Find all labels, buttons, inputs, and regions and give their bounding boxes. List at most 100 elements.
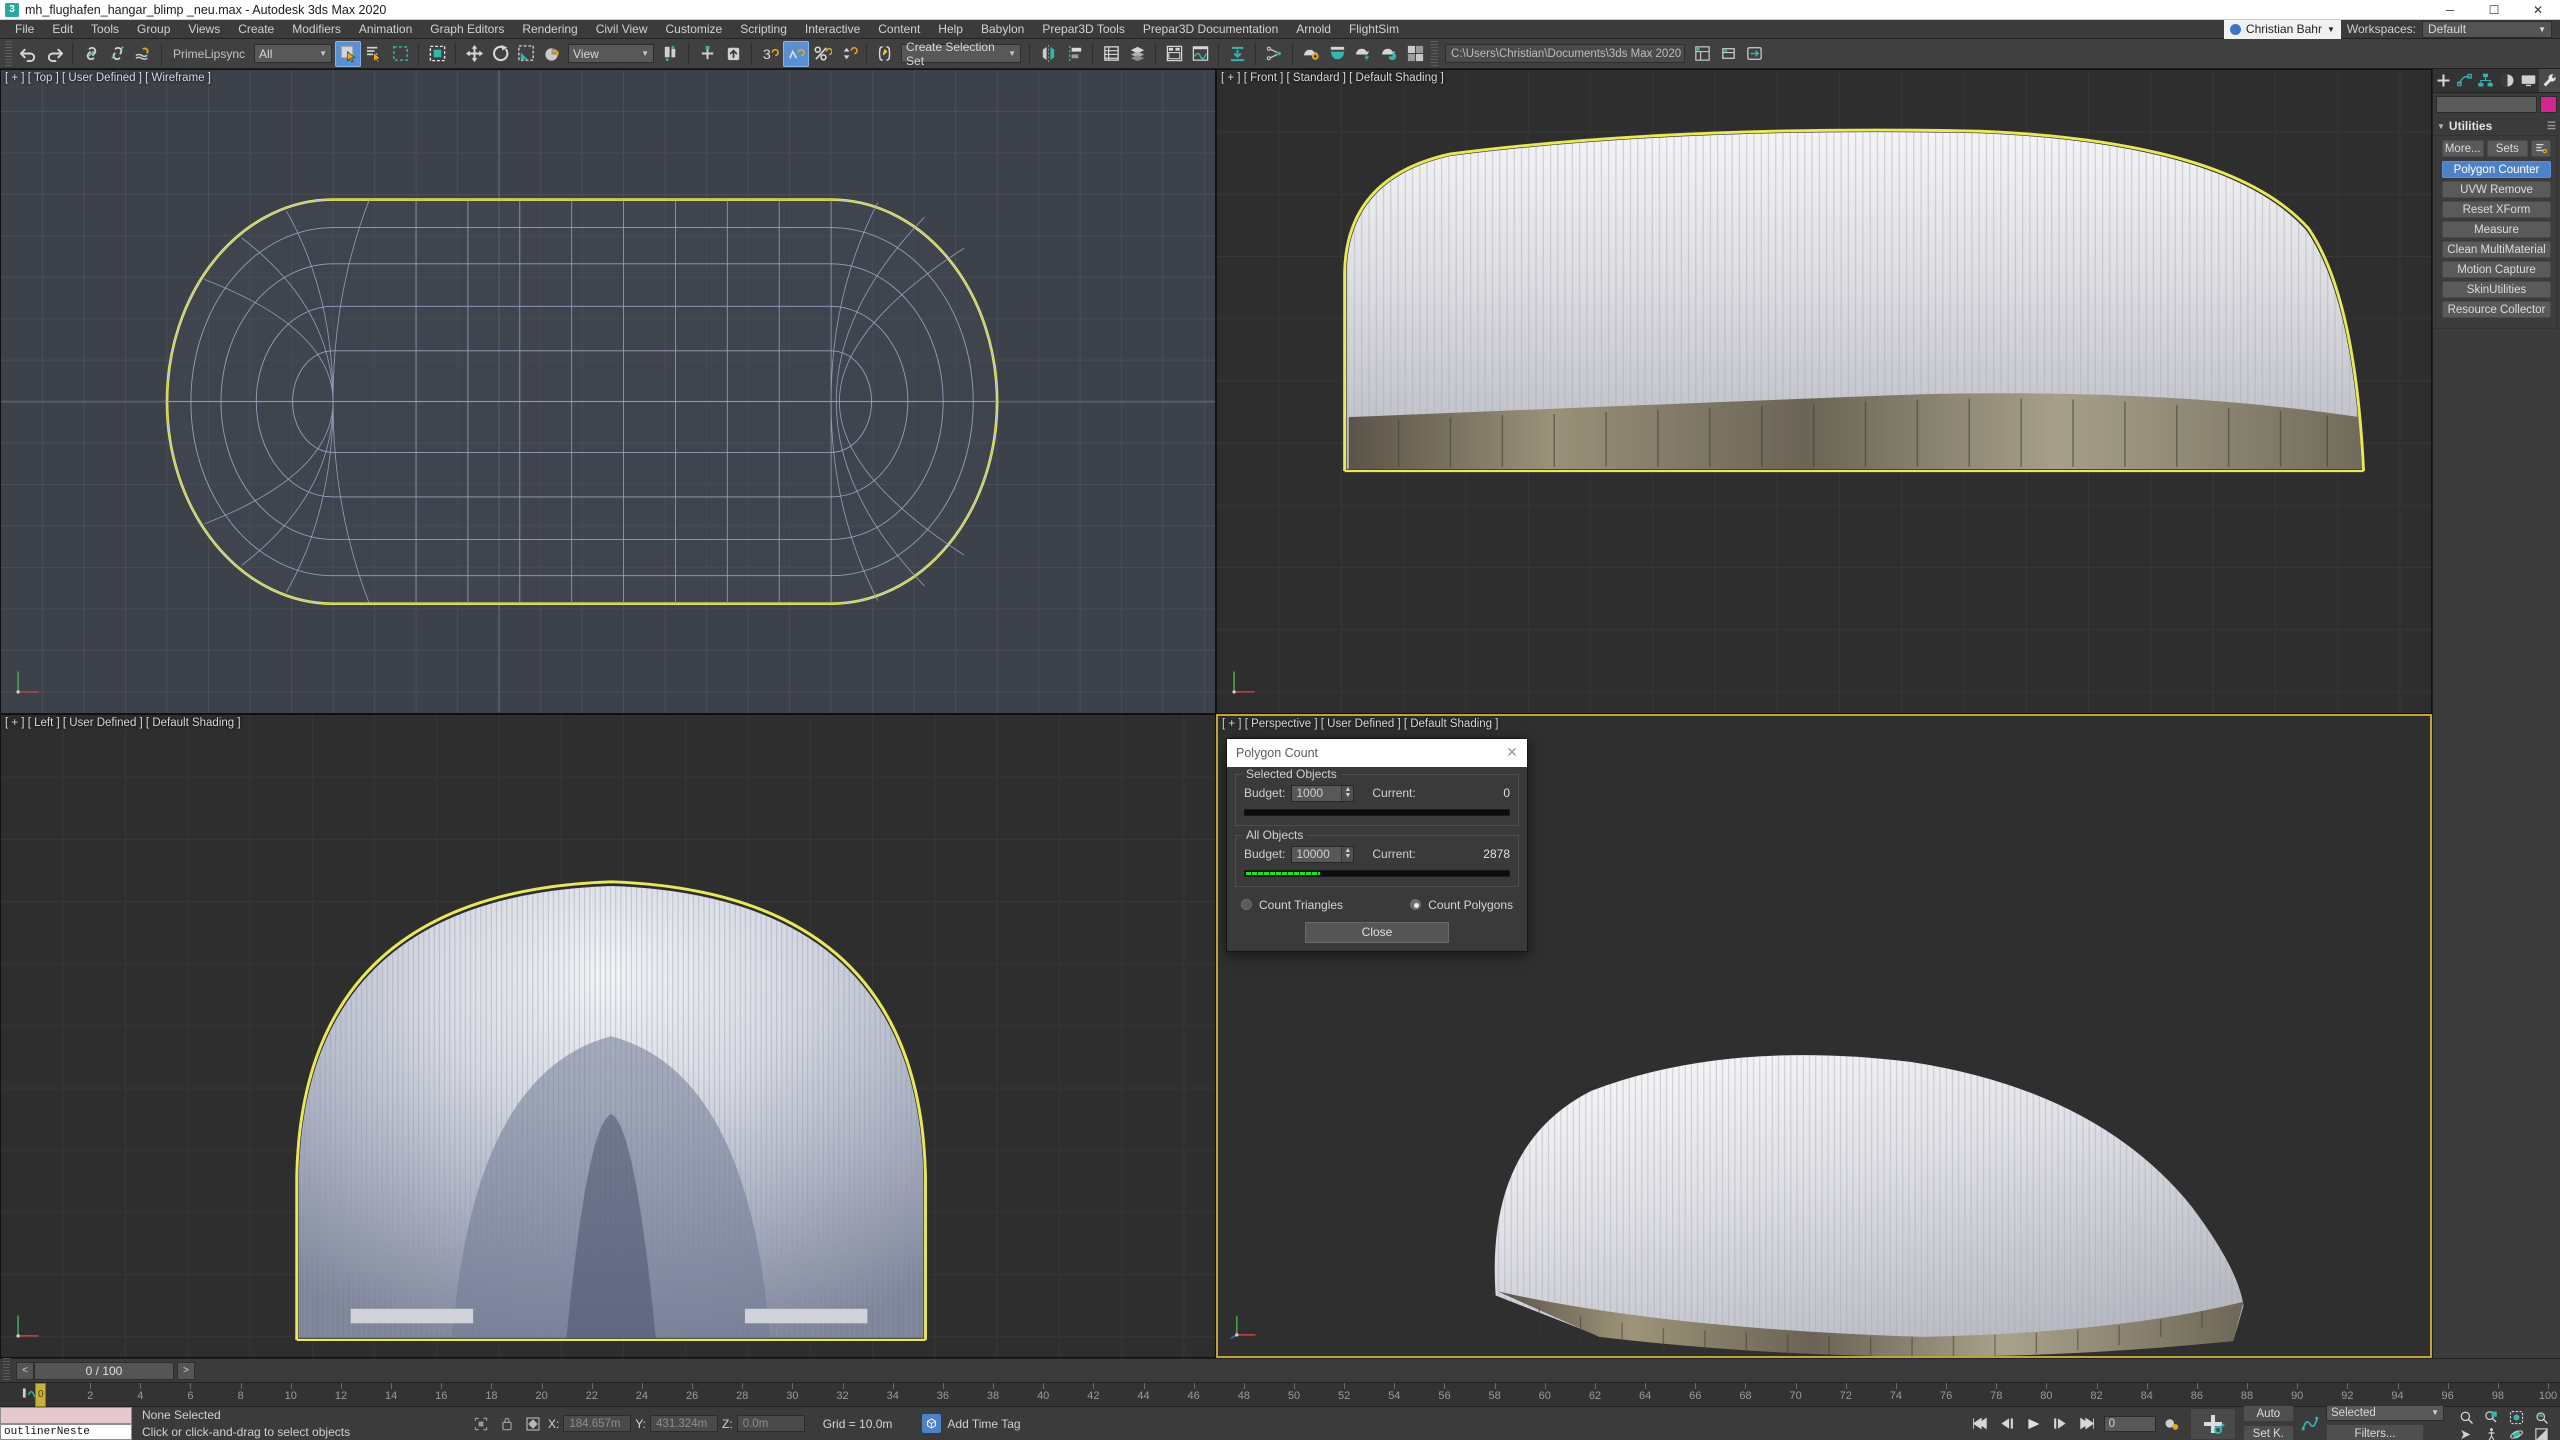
track-bar[interactable]: 2 4 6 8 10 12 14 16 18 20 22 24 26 28 30 32 34 36 38 40 42 44… [0,1382,2560,1407]
menu-animation[interactable]: Animation [350,20,421,39]
select-region-icon[interactable] [387,41,413,67]
menu-edit[interactable]: Edit [43,20,82,39]
utility-button-polygon-counter[interactable]: Polygon Counter [2442,161,2551,178]
polygon-count-dialog[interactable]: Polygon Count ✕ Selected Objects Budget:… [1226,737,1528,952]
polygon-count-title-bar[interactable]: Polygon Count ✕ [1227,738,1527,767]
walkthrough-icon[interactable] [2480,1424,2502,1440]
display-tab[interactable] [2518,69,2539,92]
snaps-toggle-icon[interactable] [720,41,746,67]
menu-tools[interactable]: Tools [82,20,128,39]
previous-frame-icon[interactable] [1996,1414,2018,1434]
parameter-curve-icon[interactable] [2299,1414,2321,1434]
menu-arnold[interactable]: Arnold [1287,20,1340,39]
selection-filter-combo[interactable]: All ▼ [254,44,333,63]
select-and-move-icon[interactable] [461,41,487,67]
mirror-icon[interactable] [1035,41,1061,67]
rendered-frame-window-icon[interactable] [1324,41,1350,67]
maximize-viewport-icon[interactable] [2530,1424,2552,1440]
menu-file[interactable]: File [6,20,43,39]
modify-tab[interactable] [2454,69,2475,92]
close-button[interactable]: ✕ [2516,0,2560,20]
select-and-rotate-icon[interactable] [487,41,513,67]
undo-icon[interactable] [15,41,41,67]
user-account-menu[interactable]: Christian Bahr ▼ [2223,19,2341,39]
menu-prepar3d-documentation[interactable]: Prepar3D Documentation [1134,20,1287,39]
spinner-snap-toggle-icon[interactable] [809,41,835,67]
add-time-tag-control[interactable]: Add Time Tag [922,1414,1021,1433]
maxscript-listener[interactable]: outlinerNeste [0,1407,132,1440]
toolbar-grip[interactable] [5,40,12,67]
time-playhead[interactable]: 0 [35,1383,46,1407]
unlink-selection-icon[interactable] [104,41,130,67]
play-animation-icon[interactable] [2023,1414,2045,1434]
align-icon[interactable] [1061,41,1087,67]
scene-explorer-icon[interactable] [1124,41,1150,67]
menu-content[interactable]: Content [869,20,929,39]
utility-button-measure[interactable]: Measure [2442,221,2551,238]
menu-civil-view[interactable]: Civil View [587,20,657,39]
set-key-button[interactable]: Set K. [2242,1425,2294,1440]
utility-button-motion-capture[interactable]: Motion Capture [2442,261,2551,278]
select-by-name-icon[interactable] [361,41,387,67]
maxscript-output-pane[interactable] [0,1407,132,1424]
coord-x-value[interactable]: 184.657m [563,1415,632,1432]
manage-links-icon[interactable] [1261,41,1287,67]
key-filters-button[interactable]: Filters... [2326,1424,2424,1440]
selection-level-combo[interactable]: Selected ▼ [2326,1404,2444,1421]
align-bottom-icon[interactable] [1224,41,1250,67]
all-budget-input[interactable] [1292,846,1342,862]
window-crossing-icon[interactable] [424,41,450,67]
time-slider-next-button[interactable]: > [177,1361,195,1380]
select-and-scale-icon[interactable] [513,41,539,67]
coord-y-value[interactable]: 431.324m [650,1415,719,1432]
utility-button-skinutilities[interactable]: SkinUtilities [2442,281,2551,298]
menu-modifiers[interactable]: Modifiers [283,20,350,39]
create-tab[interactable] [2433,69,2454,92]
layer-explorer-icon[interactable] [1098,41,1124,67]
configure-button-sets-icon[interactable] [2531,140,2551,157]
viewport-front[interactable]: [ + ] [ Front ] [ Standard ] [ Default S… [1216,69,2432,714]
time-slider-grip[interactable] [3,1357,10,1384]
menu-create[interactable]: Create [229,20,283,39]
spinner-arrows-icon[interactable]: ▲ ▼ [1341,846,1354,862]
select-and-link-icon[interactable] [78,41,104,67]
viewport-perspective[interactable]: [ + ] [ Perspective ] [ User Defined ] [… [1216,713,2432,1358]
spinner-snap-arrows-icon[interactable] [835,41,861,67]
menu-babylon[interactable]: Babylon [972,20,1033,39]
time-slider-frame-field[interactable]: 0 / 100 [34,1361,174,1380]
menu-flightsim[interactable]: FlightSim [1340,20,1408,39]
toolbar-grip-2[interactable] [1431,40,1439,67]
edit-named-selection-sets-icon[interactable] [872,41,898,67]
menu-help[interactable]: Help [929,20,972,39]
viewport-left[interactable]: [ + ] [ Left ] [ User Defined ] [ Defaul… [0,713,1216,1358]
object-name-field[interactable] [2436,96,2537,113]
utilities-tab[interactable] [2538,69,2560,92]
coord-z[interactable]: Z: 0.0m [722,1415,805,1432]
utility-button-clean-multimaterial[interactable]: Clean MultiMaterial [2442,241,2551,258]
goto-end-icon[interactable] [2077,1414,2099,1434]
render-iterative-icon[interactable] [1376,41,1402,67]
percent-snap-toggle-icon[interactable] [783,40,810,67]
utility-button-uvw-remove[interactable]: UVW Remove [2442,181,2551,198]
rollout-options-icon[interactable]: ☰ [2547,121,2556,132]
motion-tab[interactable] [2497,69,2518,92]
hierarchy-tab[interactable] [2475,69,2496,92]
close-icon[interactable]: ✕ [1503,744,1521,761]
layer-manager-icon[interactable] [1715,41,1741,67]
bind-to-space-warp-icon[interactable] [130,41,156,67]
select-object-icon[interactable] [335,40,362,67]
maximize-button[interactable]: ☐ [2472,0,2516,20]
count-triangles-radio[interactable]: Count Triangles [1241,898,1343,912]
menu-interactive[interactable]: Interactive [796,20,869,39]
time-slider-prev-button[interactable]: < [16,1361,34,1380]
menu-prepar3d-tools[interactable]: Prepar3D Tools [1033,20,1134,39]
curve-editor-icon[interactable] [1187,41,1213,67]
object-color-swatch[interactable] [2540,96,2557,113]
absolute-relative-transform-icon[interactable] [522,1414,544,1434]
schematic-view-icon[interactable] [1161,41,1187,67]
pan-icon[interactable] [2455,1424,2477,1440]
selection-lock-icon[interactable] [496,1414,518,1434]
menu-graph-editors[interactable]: Graph Editors [421,20,513,39]
menu-rendering[interactable]: Rendering [513,20,586,39]
viewport-top[interactable]: [ + ] [ Top ] [ User Defined ] [ Wirefra… [0,69,1216,714]
